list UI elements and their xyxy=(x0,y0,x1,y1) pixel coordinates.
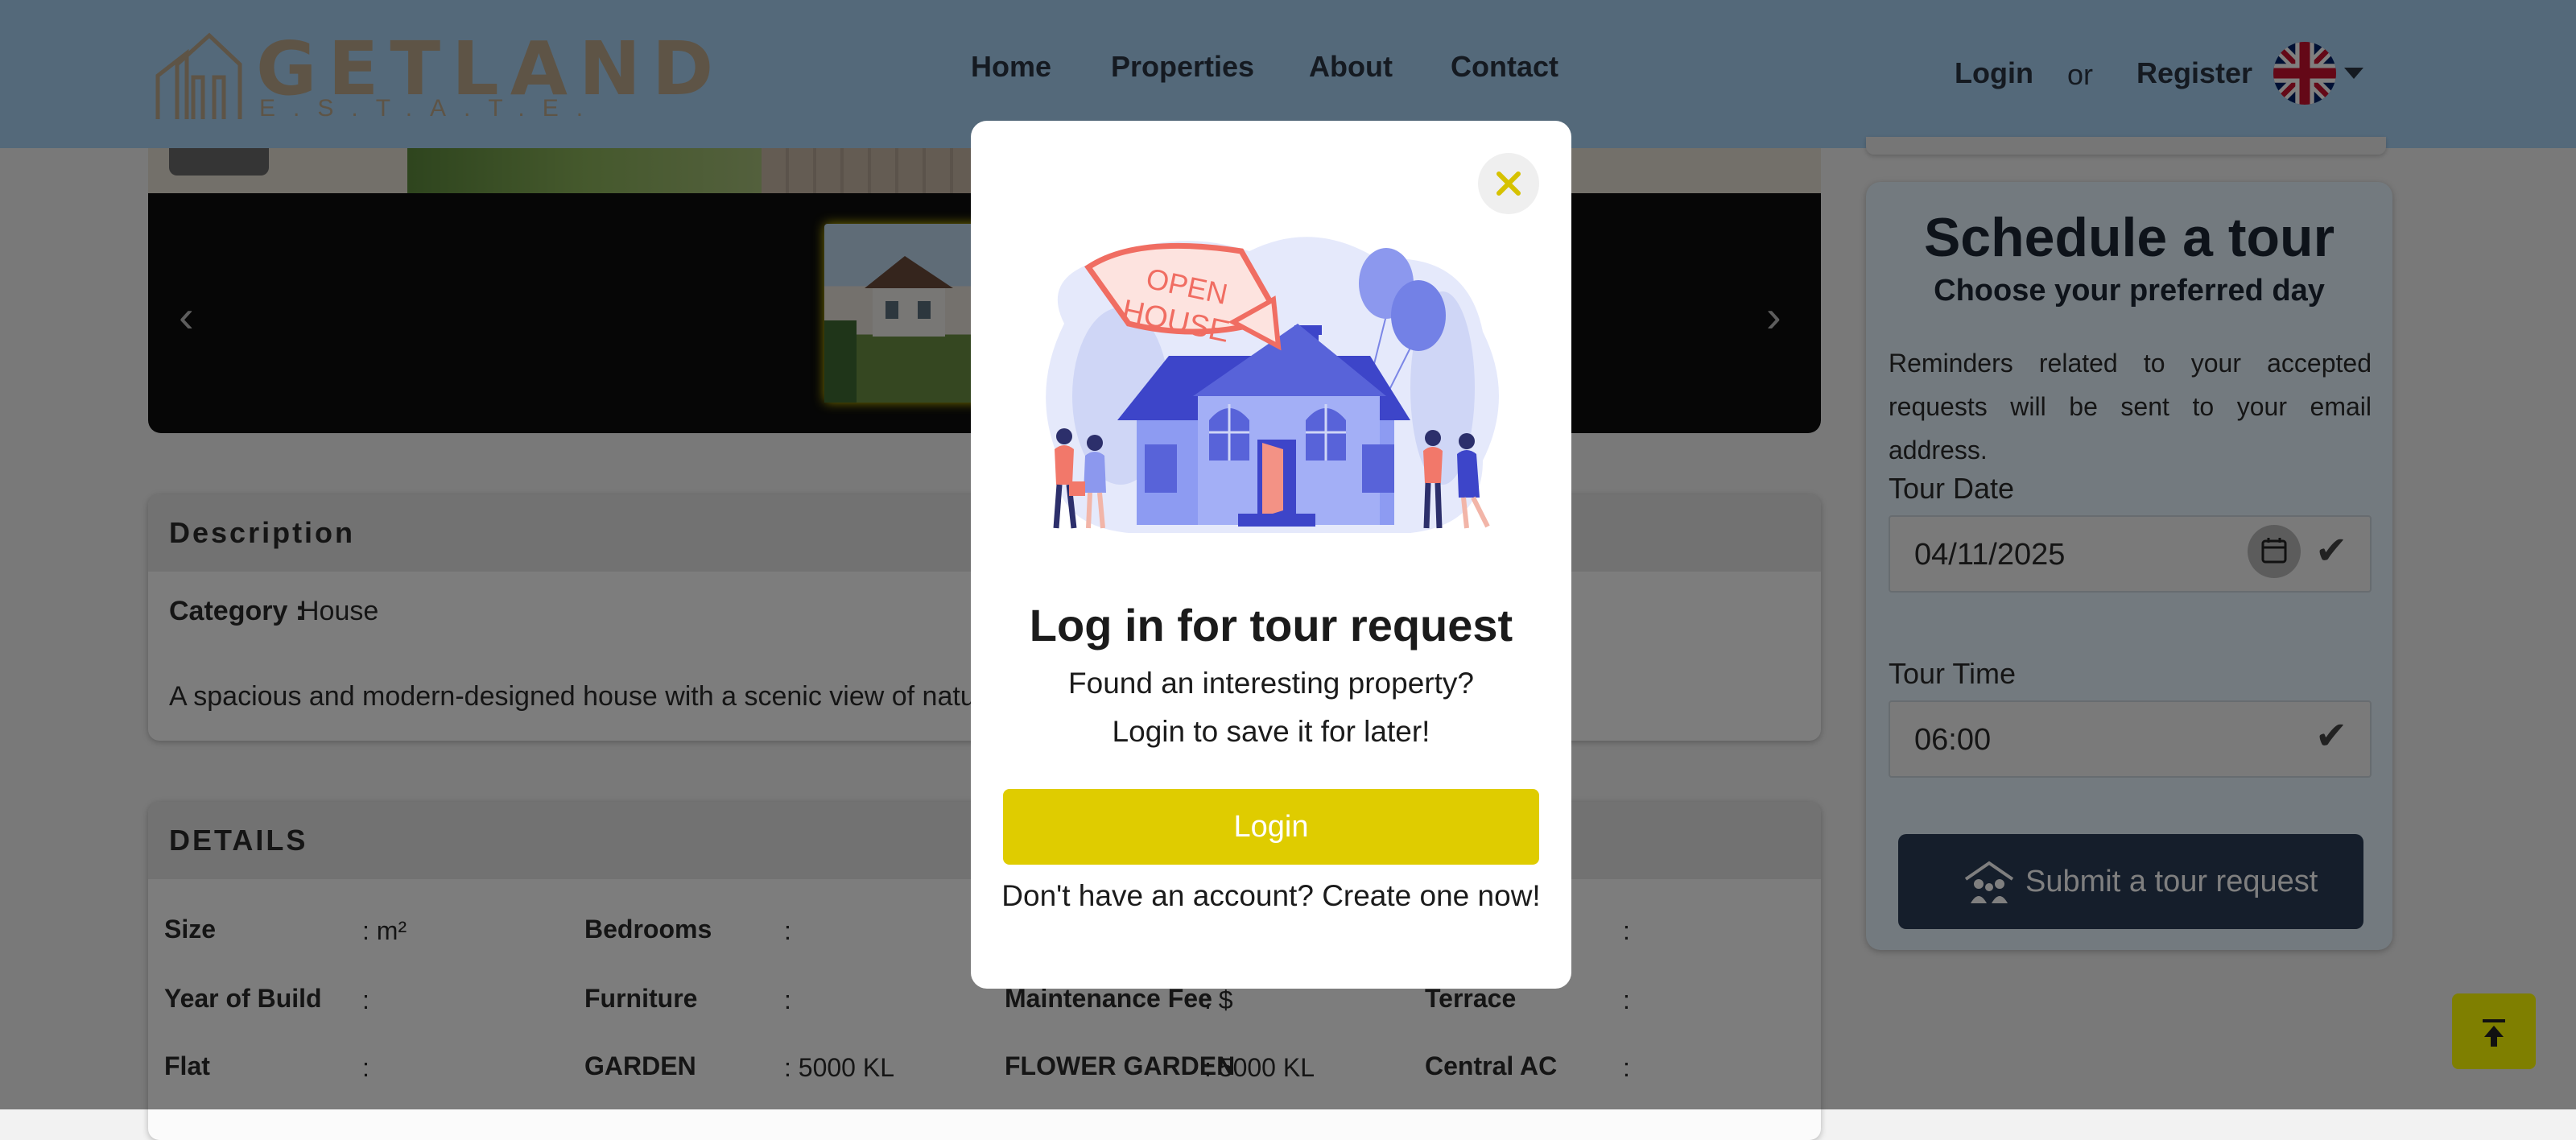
close-icon xyxy=(1496,171,1521,196)
open-house-illustration: OPEN HOUSE xyxy=(1046,237,1499,533)
modal-title: Log in for tour request xyxy=(1029,600,1513,651)
modal-line-1: Found an interesting property? xyxy=(1068,667,1474,700)
modal-login-button[interactable]: Login xyxy=(1003,789,1539,865)
modal-line-2: Login to save it for later! xyxy=(1112,715,1430,748)
create-account-link[interactable]: Don't have an account? Create one now! xyxy=(971,879,1571,913)
close-button[interactable] xyxy=(1478,153,1539,214)
